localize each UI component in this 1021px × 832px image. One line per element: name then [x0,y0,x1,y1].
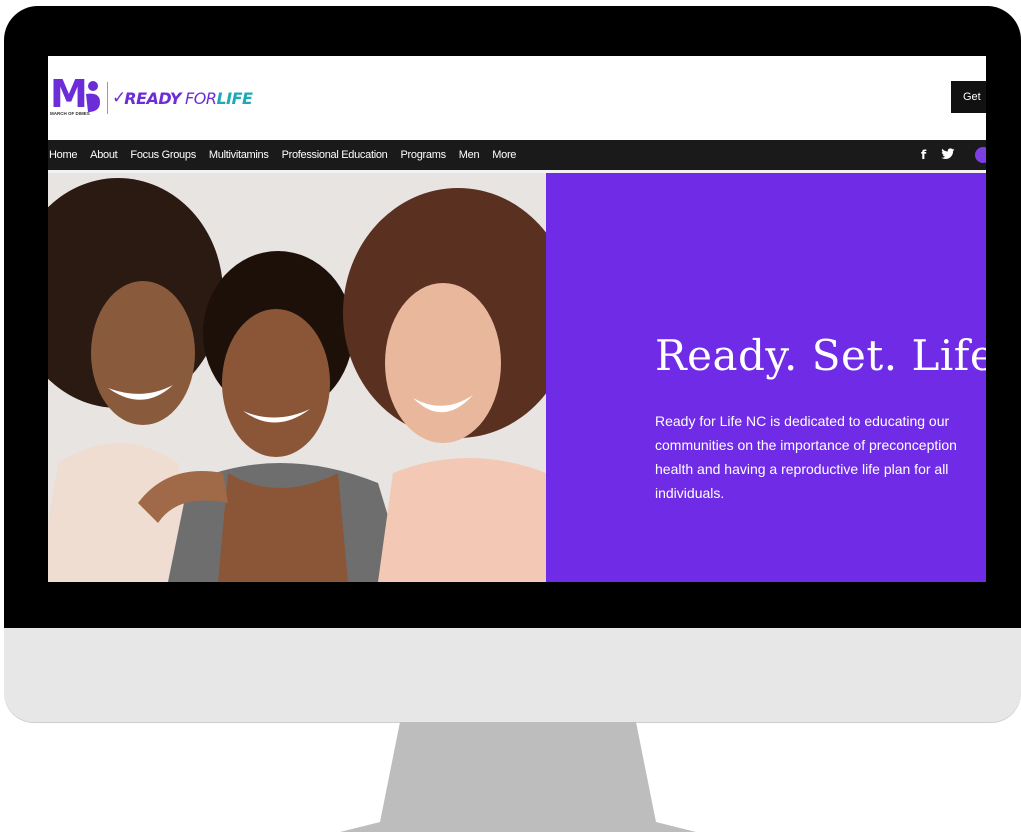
facebook-icon[interactable]: f [921,148,926,162]
main-nav: Home About Focus Groups Multivitamins Pr… [48,140,986,170]
twitter-icon[interactable] [941,148,955,160]
nav-item-programs[interactable]: Programs [400,149,446,161]
get-started-button[interactable]: Get [951,81,986,113]
monitor-chin [4,628,1021,722]
site-header: M MARCH OF DIMES ✓ READY FOR LIFE Get [48,56,986,140]
mod-dot-mark [86,81,100,112]
nav-items: Home About Focus Groups Multivitamins Pr… [48,140,529,170]
nav-item-home[interactable]: Home [49,149,77,161]
mod-name: MARCH OF DIMES [50,111,90,116]
logo-life: LIFE [216,88,253,108]
three-women-photo [48,173,546,582]
nav-item-focus-groups[interactable]: Focus Groups [130,149,196,161]
nav-item-multivitamins[interactable]: Multivitamins [209,149,269,161]
hero-panel: Ready. Set. Life! Ready for Life NC is d… [546,173,986,582]
march-of-dimes-logo[interactable]: M MARCH OF DIMES [50,72,102,118]
nav-item-about[interactable]: About [90,149,118,161]
ready-for-life-logo[interactable]: ✓ READY FOR LIFE [112,87,253,109]
mod-mark: M [50,72,88,116]
logo-ready: READY [124,88,182,108]
website-screen: M MARCH OF DIMES ✓ READY FOR LIFE Get Ho… [48,56,986,582]
user-avatar-icon[interactable] [975,147,986,163]
logo-divider [107,82,108,114]
monitor-stand [340,722,696,832]
nav-item-more[interactable]: More [492,149,516,161]
nav-item-men[interactable]: Men [459,149,480,161]
nav-item-professional-education[interactable]: Professional Education [282,149,388,161]
hero-title: Ready. Set. Life! [655,331,986,380]
logo-for: FOR [185,88,217,108]
hero-photo [48,173,546,582]
hero-description: Ready for Life NC is dedicated to educat… [655,413,957,501]
